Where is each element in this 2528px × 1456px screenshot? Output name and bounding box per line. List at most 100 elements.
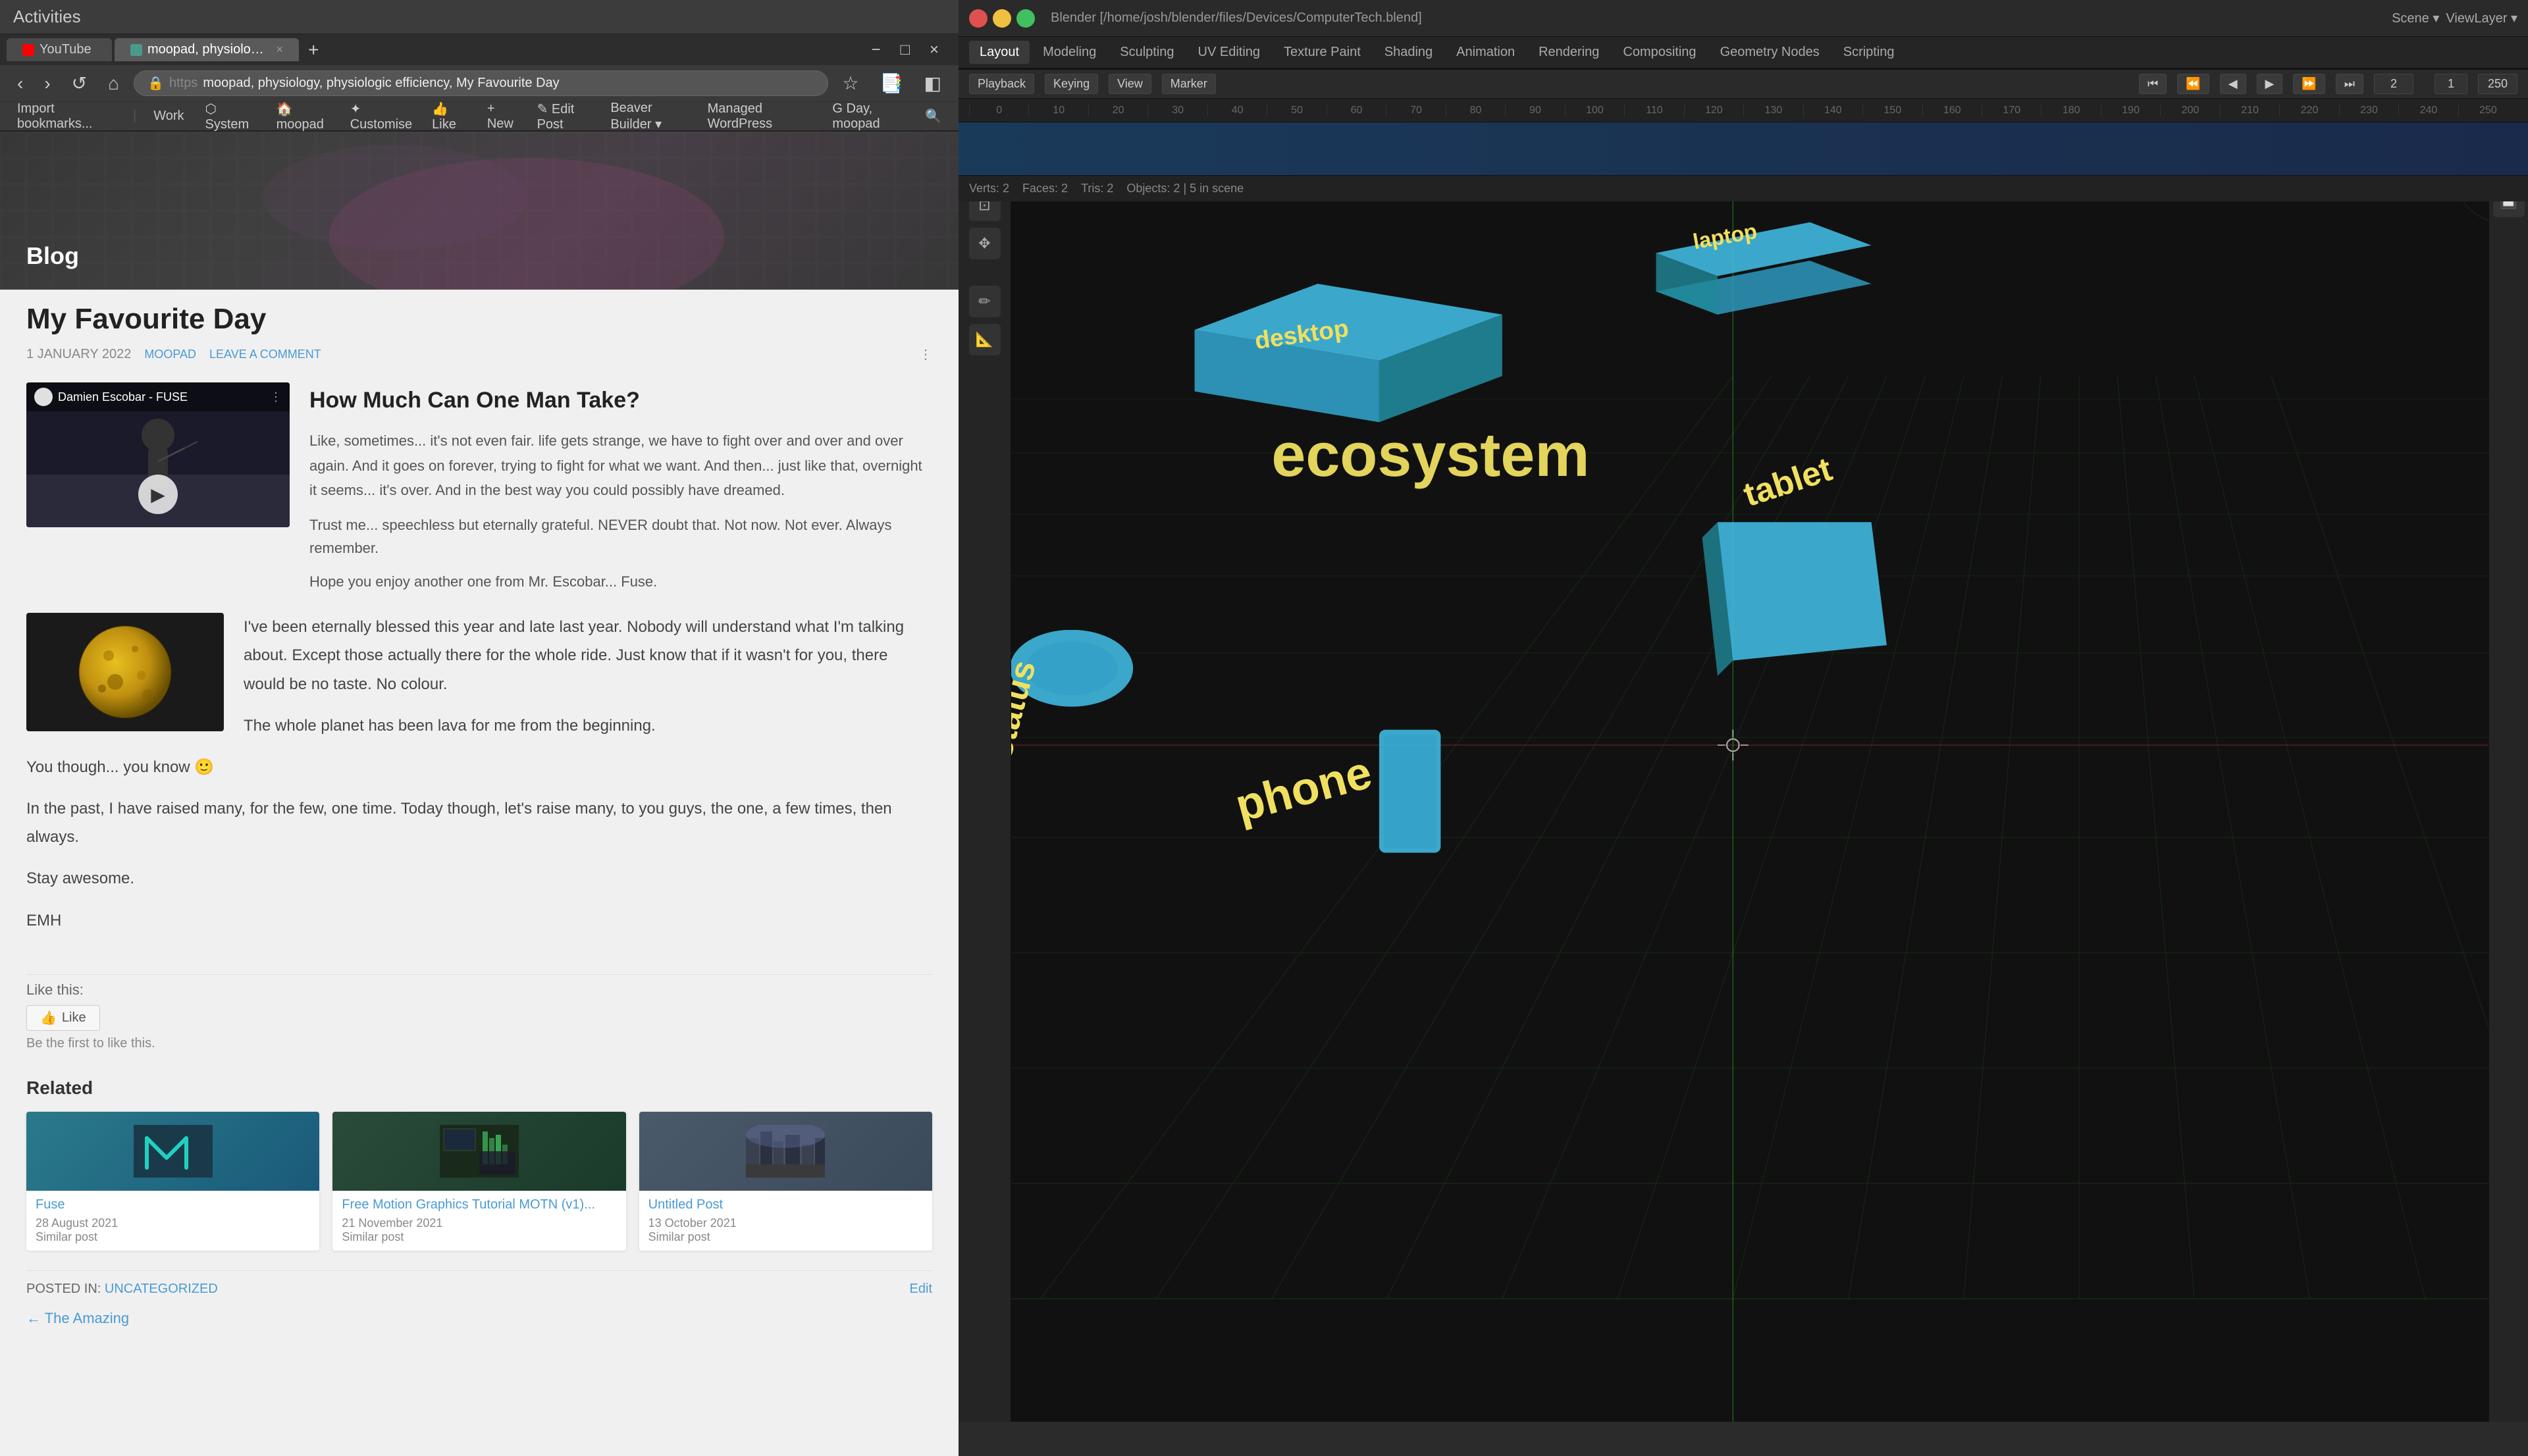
planet-image — [26, 613, 224, 731]
blender-tab-rendering[interactable]: Rendering — [1528, 41, 1610, 64]
blender-tab-layout[interactable]: Layout — [969, 41, 1030, 64]
post-body-p7: In the past, I have raised many, for the… — [26, 794, 932, 851]
related-card-title-1[interactable]: Free Motion Graphics Tutorial MOTN (v1).… — [342, 1197, 616, 1212]
tab-close-icon[interactable]: × — [276, 43, 283, 57]
ruler-100: 100 — [1565, 105, 1624, 117]
blender-tab-sculpting[interactable]: Sculpting — [1109, 41, 1184, 64]
post-options-icon[interactable]: ⋮ — [919, 346, 932, 363]
sidebar-measure-icon[interactable]: 📐 — [969, 324, 1001, 355]
maximize-button[interactable]: □ — [893, 38, 916, 62]
ruler-150: 150 — [1862, 105, 1922, 117]
refresh-button[interactable]: ↺ — [65, 70, 93, 97]
video-title-bar: Damien Escobar - FUSE ⋮ — [26, 382, 290, 411]
status-objects: Objects: 2 | 5 in scene — [1126, 182, 1244, 195]
star-button[interactable]: ☆ — [836, 70, 866, 97]
related-card-type-1: Similar post — [342, 1230, 616, 1244]
sidebar-transform-icon[interactable]: ✥ — [969, 228, 1001, 259]
frame-end-display[interactable]: 250 — [2478, 74, 2517, 94]
address-bar[interactable]: 🔒 https moopad, physiology, physiologic … — [134, 70, 828, 96]
bookmark-button[interactable]: 📑 — [874, 70, 910, 97]
sidebar-annotate-icon[interactable]: ✏ — [969, 286, 1001, 317]
post-body-p8: Stay awesome. — [26, 864, 932, 893]
ruler-70: 70 — [1386, 105, 1445, 117]
screenshot-button[interactable]: ◧ — [918, 70, 948, 97]
search-browser-button[interactable]: 🔍 — [918, 105, 948, 127]
video-embed[interactable]: Damien Escobar - FUSE ⋮ ▶ — [26, 382, 290, 527]
video-play-button[interactable]: ▶ — [138, 475, 178, 514]
prev-post[interactable]: ← The Amazing — [26, 1310, 932, 1327]
related-grid: Fuse 28 August 2021 Similar post — [26, 1112, 932, 1251]
blender-tab-shading[interactable]: Shading — [1374, 41, 1443, 64]
timeline-playback-btn[interactable]: Playback — [969, 74, 1034, 94]
blender-tab-modeling[interactable]: Modeling — [1032, 41, 1107, 64]
url-text: moopad, physiology, physiologic efficien… — [203, 76, 559, 91]
tab-youtube[interactable]: YouTube — [7, 38, 112, 61]
jump-to-end-btn[interactable]: ⏭ — [2336, 74, 2363, 94]
moopad-tab-label: moopad, physiology,p... — [147, 42, 271, 57]
blender-scene-dropdown[interactable]: Scene ▾ — [2392, 10, 2439, 26]
play-btn[interactable]: ▶ — [2257, 74, 2283, 94]
back-button[interactable]: ‹ — [11, 70, 30, 97]
post-footer: Like this: 👍 Like Be the first to like t… — [26, 974, 932, 1327]
blender-tab-texture-paint[interactable]: Texture Paint — [1273, 41, 1371, 64]
new-tab-button[interactable]: + — [302, 39, 325, 61]
toolbar-customise[interactable]: ✦ Customise — [344, 98, 419, 135]
blender-viewport[interactable]: desktop laptop — [1011, 68, 2488, 1422]
toolbar-beaver-builder[interactable]: Beaver Builder ▾ — [604, 98, 694, 135]
minimize-button[interactable]: − — [864, 38, 887, 62]
frame-start-display[interactable]: 1 — [2435, 74, 2467, 94]
blender-tab-geometry-nodes[interactable]: Geometry Nodes — [1710, 41, 1830, 64]
blender-title: Blender [/home/josh/blender/files/Device… — [1051, 11, 1422, 26]
blender-min-button[interactable] — [993, 9, 1011, 28]
like-button[interactable]: 👍 Like — [26, 1005, 100, 1031]
step-forward-btn[interactable]: ⏩ — [2293, 74, 2325, 94]
toolbar-managed-wordpress[interactable]: Managed WordPress — [701, 99, 813, 134]
toolbar-new[interactable]: + New — [481, 99, 524, 134]
related-card-info-0: Fuse 28 August 2021 Similar post — [26, 1191, 319, 1251]
blender-tab-animation[interactable]: Animation — [1446, 41, 1525, 64]
edit-link[interactable]: Edit — [910, 1282, 932, 1297]
import-bookmarks[interactable]: Import bookmarks... — [11, 99, 122, 134]
video-avatar — [34, 388, 53, 406]
blender-tab-uv-editing[interactable]: UV Editing — [1188, 41, 1271, 64]
close-button[interactable]: × — [923, 38, 945, 62]
ruler-10: 10 — [1028, 105, 1088, 117]
related-card-1[interactable]: Free Motion Graphics Tutorial MOTN (v1).… — [332, 1112, 625, 1251]
category-link[interactable]: UNCATEGORIZED — [105, 1282, 218, 1296]
toolbar-like[interactable]: 👍 Like — [425, 98, 474, 135]
related-card-0[interactable]: Fuse 28 August 2021 Similar post — [26, 1112, 319, 1251]
post-categories: POSTED IN: UNCATEGORIZED Edit — [26, 1270, 932, 1297]
related-card-date-1: 21 November 2021 — [342, 1216, 616, 1230]
current-frame-display[interactable]: 2 — [2374, 74, 2413, 94]
home-button[interactable]: ⌂ — [101, 70, 126, 97]
toolbar-moopad[interactable]: 🏠 moopad — [270, 98, 337, 135]
ruler-200: 200 — [2160, 105, 2219, 117]
blender-view-layer-dropdown[interactable]: ViewLayer ▾ — [2446, 10, 2517, 26]
toolbar-edit-post[interactable]: ✎ Edit Post — [531, 98, 598, 135]
play-reverse-btn[interactable]: ◀ — [2220, 74, 2246, 94]
post-comment-link[interactable]: LEAVE A COMMENT — [209, 348, 321, 361]
related-card-2[interactable]: Untitled Post 13 October 2021 Similar po… — [639, 1112, 932, 1251]
timeline-view-btn[interactable]: View — [1109, 74, 1151, 94]
related-card-title-2[interactable]: Untitled Post — [648, 1197, 923, 1212]
step-back-btn[interactable]: ⏪ — [2177, 74, 2209, 94]
blender-close-button[interactable] — [969, 9, 988, 28]
ruler-60: 60 — [1327, 105, 1386, 117]
system-bookmark[interactable]: ⬡ System — [199, 98, 262, 135]
blender-tab-scripting[interactable]: Scripting — [1833, 41, 1905, 64]
related-card-title-0[interactable]: Fuse — [36, 1197, 310, 1212]
jump-to-start-btn[interactable]: ⏮ — [2139, 74, 2167, 94]
blender-tab-compositing[interactable]: Compositing — [1612, 41, 1706, 64]
timeline-marker-btn[interactable]: Marker — [1162, 74, 1216, 94]
work-bookmark[interactable]: Work — [147, 106, 190, 126]
timeline-keying-btn[interactable]: Keying — [1045, 74, 1098, 94]
tab-moopad[interactable]: moopad, physiology,p... × — [115, 38, 299, 61]
blender-max-button[interactable] — [1016, 9, 1035, 28]
post-media-row: Damien Escobar - FUSE ⋮ ▶ How Much Can O… — [26, 382, 932, 593]
related-title: Related — [26, 1078, 932, 1099]
blog-content: Blog My Favourite Day 1 JANUARY 2022 MOO… — [0, 132, 959, 1456]
video-more-icon[interactable]: ⋮ — [270, 390, 282, 404]
post-category[interactable]: MOOPAD — [144, 348, 196, 361]
timeline-track[interactable] — [959, 122, 2528, 175]
forward-button[interactable]: › — [38, 70, 57, 97]
